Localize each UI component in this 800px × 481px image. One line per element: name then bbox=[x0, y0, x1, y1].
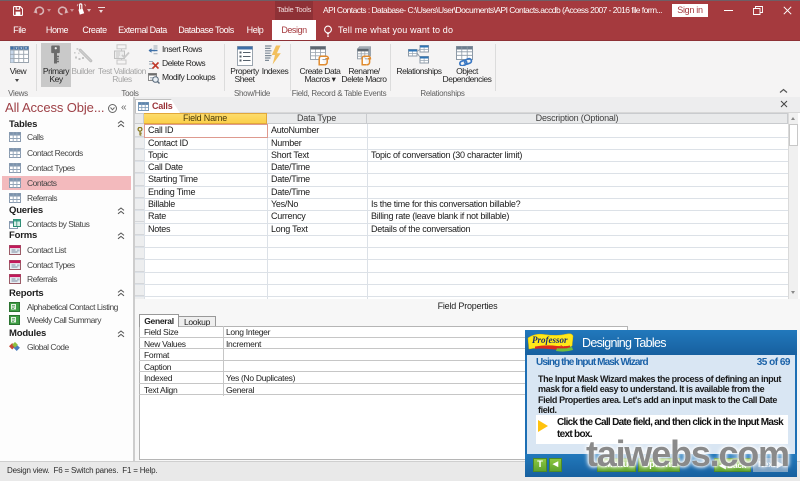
svg-text:teaches: teaches bbox=[551, 345, 568, 351]
svg-text:Professor: Professor bbox=[532, 335, 568, 345]
